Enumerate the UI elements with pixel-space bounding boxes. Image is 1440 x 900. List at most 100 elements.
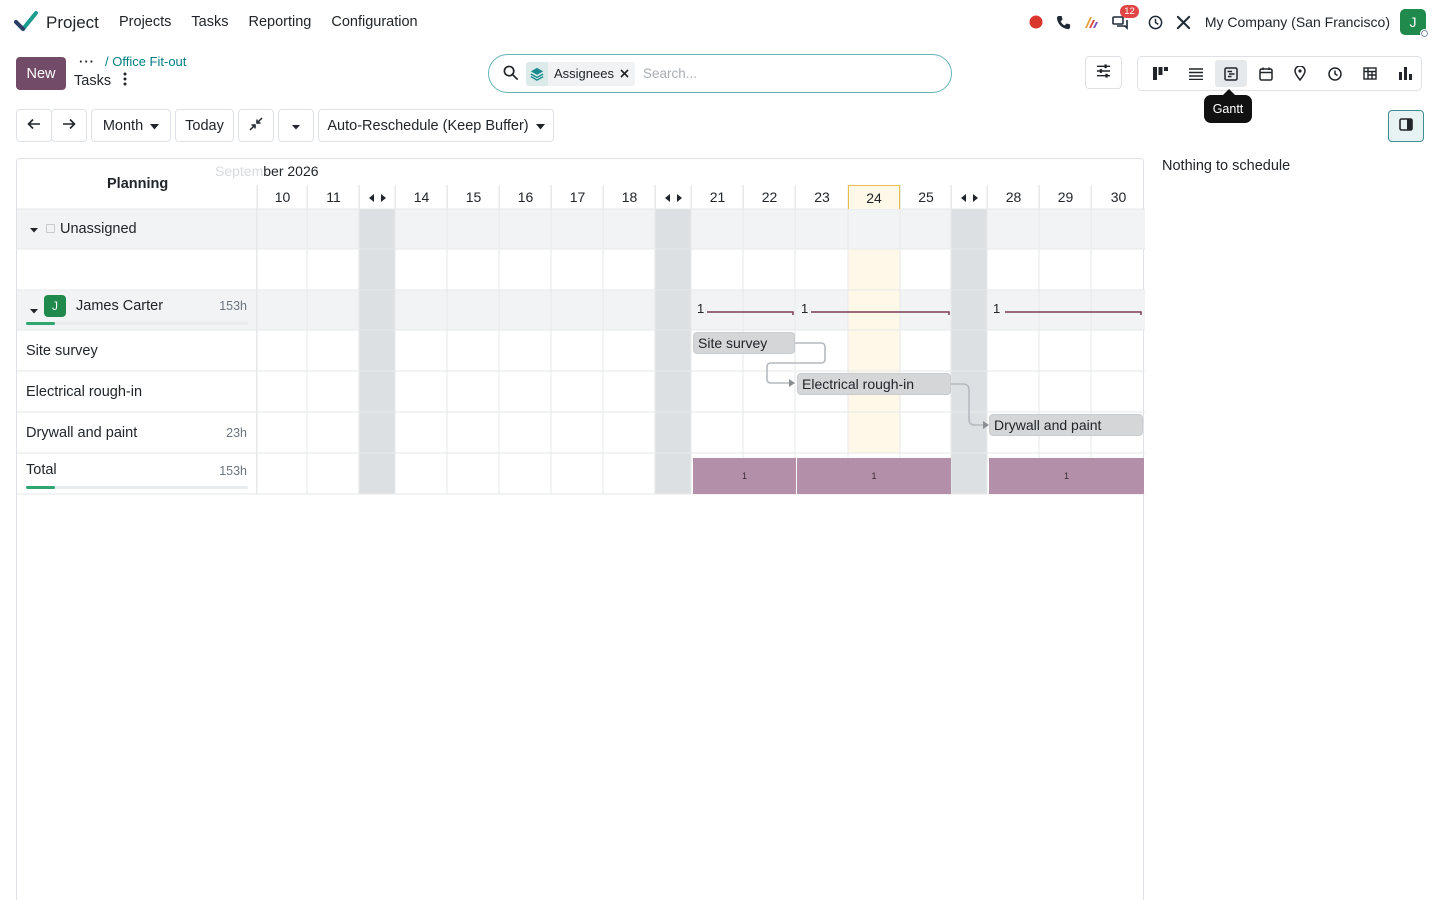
day-header: 15 <box>447 185 499 209</box>
user-avatar[interactable]: J <box>1400 9 1429 38</box>
total-progress-bar <box>26 486 248 489</box>
breadcrumb-more-icon[interactable]: ··· <box>79 54 95 69</box>
messages-icon[interactable]: 12 <box>1111 5 1139 31</box>
caret-down-icon <box>150 118 160 134</box>
arrow-right-icon <box>62 118 76 134</box>
filter-toggle-button[interactable] <box>1085 56 1122 89</box>
company-switcher[interactable]: My Company (San Francisco) <box>1205 14 1390 30</box>
assignee-name: James Carter <box>76 298 164 314</box>
weekend-expand-toggle[interactable] <box>359 185 395 209</box>
month-label-visible: ber 2026 <box>263 163 319 179</box>
new-button[interactable]: New <box>16 57 66 90</box>
side-panel-toggle[interactable] <box>1388 110 1424 142</box>
collapse-rows-button[interactable] <box>238 109 274 142</box>
weekend-expand-toggle[interactable] <box>655 185 691 209</box>
next-button[interactable] <box>51 109 87 142</box>
task-name: Site survey <box>26 342 98 359</box>
weekend-expand-toggle[interactable] <box>951 185 987 209</box>
menu-tasks[interactable]: Tasks <box>191 14 228 30</box>
day-header: 18 <box>603 185 655 209</box>
day-header: 11 <box>307 185 359 209</box>
month-label-hidden: Septem <box>215 163 264 179</box>
day-header: 14 <box>395 185 447 209</box>
record-icon[interactable] <box>1027 13 1045 31</box>
workload-cell: 1 <box>797 458 951 494</box>
today-button[interactable]: Today <box>175 109 234 142</box>
task-pill-drywall[interactable]: Drywall and paint <box>989 414 1143 436</box>
kanban-view-icon[interactable] <box>1145 60 1177 87</box>
pivot-view-icon[interactable] <box>1354 60 1386 87</box>
graph-view-icon[interactable] <box>1389 60 1421 87</box>
compress-icon <box>249 116 263 135</box>
scale-dropdown[interactable]: Month <box>91 109 171 142</box>
group-count: 1 <box>801 301 809 316</box>
search-bar: Assignees <box>488 54 952 93</box>
task-row[interactable]: Drywall and paint 23h <box>17 412 257 453</box>
systray: 12 My Company (San Francisco) J <box>1027 5 1429 38</box>
caret-left-icon <box>665 189 670 205</box>
total-row: Total 153h <box>17 453 257 494</box>
menu-projects[interactable]: Projects <box>119 14 171 30</box>
ai-icon[interactable] <box>1083 13 1101 31</box>
sidebar-icon <box>1399 118 1413 134</box>
task-row[interactable]: Site survey <box>17 330 257 371</box>
reschedule-dropdown[interactable]: Auto-Reschedule (Keep Buffer) <box>318 109 554 142</box>
group-row-unassigned[interactable]: Unassigned <box>17 209 257 249</box>
scale-label: Month <box>102 117 144 134</box>
caret-left-icon <box>961 189 966 205</box>
day-header: 23 <box>795 185 848 209</box>
search-input[interactable] <box>642 66 883 81</box>
tools-icon[interactable] <box>1175 13 1193 31</box>
app-brand[interactable]: Project <box>14 10 99 35</box>
facet-remove-icon[interactable] <box>620 66 629 81</box>
sliders-icon <box>1096 64 1111 81</box>
total-hours: 153h <box>219 464 247 478</box>
caret-left-icon <box>369 189 374 205</box>
group-label: Unassigned <box>60 221 137 237</box>
phone-icon[interactable] <box>1055 13 1073 31</box>
caret-down-icon <box>30 221 38 237</box>
activity-clock-icon[interactable] <box>1147 13 1165 31</box>
day-header: 16 <box>499 185 551 209</box>
task-pill-electrical[interactable]: Electrical rough-in <box>797 373 951 395</box>
side-panel-message: Nothing to schedule <box>1162 158 1291 174</box>
caret-right-icon <box>381 189 386 205</box>
list-view-icon[interactable] <box>1180 60 1212 87</box>
reschedule-label: Auto-Reschedule (Keep Buffer) <box>327 117 529 134</box>
search-icon[interactable] <box>503 65 518 83</box>
caret-down-icon <box>292 118 300 134</box>
gantt-chart: Planning September 2026 10 11 14 15 16 1… <box>16 158 1145 900</box>
activity-view-icon[interactable] <box>1319 60 1351 87</box>
gantt-view-icon[interactable] <box>1214 60 1247 87</box>
gantt-planning-title: Planning <box>107 176 169 192</box>
top-navbar: Project Projects Tasks Reporting Configu… <box>0 0 1440 46</box>
workload-cell: 1 <box>989 458 1144 494</box>
task-pill-site-survey[interactable]: Site survey <box>693 332 795 354</box>
search-facet: Assignees <box>526 61 635 86</box>
breadcrumb-parent[interactable]: / Office Fit-out <box>105 54 186 69</box>
kebab-menu-icon[interactable] <box>123 72 127 90</box>
total-label: Total <box>26 461 57 478</box>
more-options-dropdown[interactable] <box>278 109 314 142</box>
task-row[interactable]: Electrical rough-in <box>17 371 257 412</box>
main-menu: Projects Tasks Reporting Configuration <box>119 14 418 30</box>
day-header: 29 <box>1039 185 1091 209</box>
facet-label: Assignees <box>554 66 614 81</box>
day-header-today: 24 <box>848 185 900 209</box>
group-row-assignee[interactable]: J James Carter 153h <box>17 290 257 330</box>
day-header: 21 <box>691 185 743 209</box>
messages-badge: 12 <box>1120 5 1139 18</box>
arrow-left-icon <box>27 118 41 134</box>
map-view-icon[interactable] <box>1285 60 1317 87</box>
previous-button[interactable] <box>16 109 52 142</box>
calendar-view-icon[interactable] <box>1250 60 1282 87</box>
placeholder-avatar-icon <box>46 221 55 237</box>
menu-configuration[interactable]: Configuration <box>331 14 417 30</box>
user-avatar-letter: J <box>1409 14 1417 30</box>
menu-reporting[interactable]: Reporting <box>248 14 311 30</box>
group-count: 1 <box>697 301 705 316</box>
assignee-hours: 153h <box>219 299 247 313</box>
app-name: Project <box>46 12 99 32</box>
status-dot <box>1420 29 1429 38</box>
progress-fill <box>26 322 55 325</box>
